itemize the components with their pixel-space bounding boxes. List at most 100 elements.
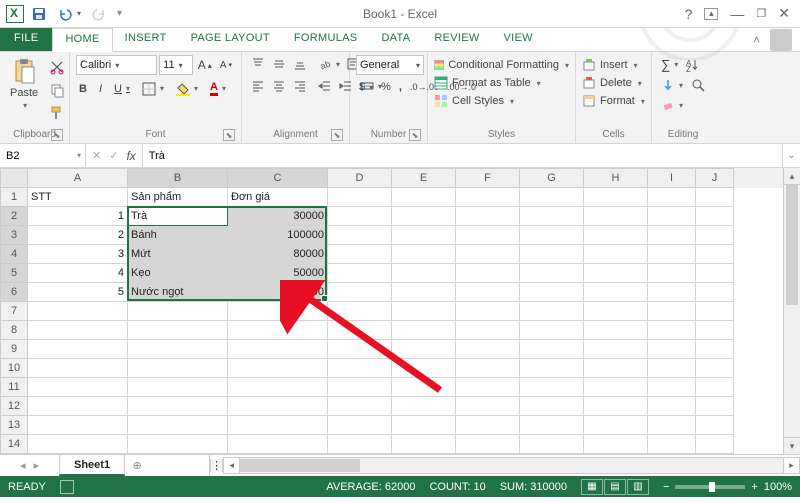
cell[interactable] — [584, 359, 648, 378]
tab-view[interactable]: VIEW — [492, 28, 545, 51]
cell[interactable] — [648, 302, 696, 321]
accounting-format-icon[interactable]: $▾ — [356, 79, 376, 95]
cell[interactable] — [520, 416, 584, 435]
cell[interactable] — [456, 378, 520, 397]
row-header[interactable]: 4 — [0, 245, 28, 264]
cell[interactable] — [228, 340, 328, 359]
cell[interactable] — [520, 378, 584, 397]
page-break-view-icon[interactable]: ▥ — [627, 479, 649, 495]
underline-button[interactable]: U▾ — [111, 81, 133, 97]
fill-color-icon[interactable]: ▾ — [173, 80, 201, 98]
cell[interactable] — [228, 435, 328, 454]
cell[interactable] — [128, 416, 228, 435]
align-top-icon[interactable] — [248, 55, 268, 73]
cell[interactable]: Trà — [128, 207, 228, 226]
conditional-formatting-button[interactable]: Conditional Formatting▾ — [434, 57, 569, 73]
cell[interactable] — [648, 359, 696, 378]
cell[interactable] — [328, 435, 392, 454]
cell[interactable] — [648, 264, 696, 283]
macro-record-icon[interactable] — [60, 480, 74, 494]
cell[interactable]: 80000 — [228, 245, 328, 264]
cell[interactable] — [696, 264, 734, 283]
tab-formulas[interactable]: FORMULAS — [282, 28, 370, 51]
cell[interactable] — [648, 321, 696, 340]
ribbon-options-icon[interactable]: ▴ — [704, 8, 718, 20]
zoom-in-icon[interactable]: + — [751, 481, 757, 493]
column-header[interactable]: F — [456, 168, 520, 188]
cell[interactable] — [696, 416, 734, 435]
cell[interactable] — [584, 397, 648, 416]
horizontal-scrollbar[interactable]: ⋮ ◂▸ — [209, 455, 800, 476]
row-header[interactable]: 12 — [0, 397, 28, 416]
cell[interactable]: STT — [28, 188, 128, 207]
number-format-combo[interactable]: General▾ — [356, 55, 424, 75]
cell[interactable] — [520, 397, 584, 416]
cell[interactable] — [696, 359, 734, 378]
cell[interactable] — [28, 397, 128, 416]
cell[interactable] — [584, 340, 648, 359]
tab-page-layout[interactable]: PAGE LAYOUT — [179, 28, 282, 51]
tab-data[interactable]: DATA — [369, 28, 422, 51]
cell[interactable] — [456, 245, 520, 264]
cell[interactable]: 100000 — [228, 226, 328, 245]
cancel-formula-icon[interactable]: ✕ — [92, 149, 101, 162]
enter-formula-icon[interactable]: ✓ — [109, 149, 118, 162]
font-launcher-icon[interactable]: ⬊ — [223, 129, 235, 141]
cell[interactable] — [328, 302, 392, 321]
cell[interactable]: 5 — [28, 283, 128, 302]
vertical-scrollbar[interactable]: ▴▾ — [783, 168, 800, 454]
row-header[interactable]: 13 — [0, 416, 28, 435]
formula-input[interactable] — [149, 150, 776, 162]
cell[interactable] — [392, 264, 456, 283]
cell[interactable]: 1 — [28, 207, 128, 226]
name-box[interactable]: ▾ — [0, 144, 86, 167]
cell[interactable] — [228, 359, 328, 378]
cell[interactable] — [392, 340, 456, 359]
cell[interactable] — [648, 416, 696, 435]
zoom-level[interactable]: 100% — [764, 481, 792, 493]
cell[interactable] — [228, 302, 328, 321]
cell[interactable] — [128, 397, 228, 416]
cell[interactable] — [696, 245, 734, 264]
cell[interactable] — [696, 207, 734, 226]
cell[interactable] — [584, 188, 648, 207]
tab-home[interactable]: HOME — [52, 28, 112, 52]
cell[interactable] — [584, 264, 648, 283]
column-header[interactable]: C — [228, 168, 328, 188]
cell[interactable] — [520, 207, 584, 226]
percent-format-icon[interactable]: % — [378, 79, 394, 95]
close-icon[interactable]: ✕ — [778, 5, 790, 22]
align-left-icon[interactable] — [248, 77, 268, 95]
qat-customize-icon[interactable]: ▾ — [114, 6, 125, 21]
cell[interactable] — [392, 359, 456, 378]
cell[interactable] — [456, 207, 520, 226]
shrink-font-icon[interactable]: A▾ — [217, 58, 235, 73]
cell[interactable] — [648, 378, 696, 397]
cell[interactable] — [28, 435, 128, 454]
cell[interactable] — [696, 188, 734, 207]
restore-icon[interactable]: ❐ — [756, 7, 766, 20]
cell[interactable] — [456, 226, 520, 245]
cell[interactable] — [520, 283, 584, 302]
cell[interactable] — [456, 302, 520, 321]
help-icon[interactable]: ? — [685, 6, 693, 22]
cell[interactable]: 4 — [28, 264, 128, 283]
row-header[interactable]: 6 — [0, 283, 28, 302]
column-header[interactable]: G — [520, 168, 584, 188]
cell[interactable] — [696, 378, 734, 397]
cell[interactable] — [648, 397, 696, 416]
cell[interactable] — [228, 378, 328, 397]
cell[interactable] — [456, 435, 520, 454]
cell[interactable] — [584, 226, 648, 245]
cell[interactable] — [392, 378, 456, 397]
cell[interactable] — [28, 302, 128, 321]
cell[interactable] — [228, 416, 328, 435]
minimize-icon[interactable]: — — [730, 6, 744, 22]
zoom-slider[interactable] — [675, 485, 745, 489]
bold-button[interactable]: B — [76, 81, 90, 97]
cell[interactable] — [520, 302, 584, 321]
cell[interactable] — [392, 397, 456, 416]
clipboard-launcher-icon[interactable]: ⬊ — [51, 129, 63, 141]
cell[interactable] — [696, 283, 734, 302]
format-painter-icon[interactable] — [46, 103, 68, 123]
